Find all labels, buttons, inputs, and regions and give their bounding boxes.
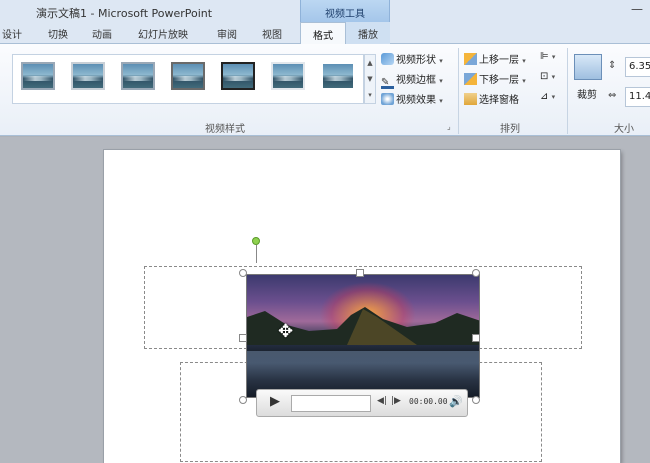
chevron-down-icon: ▾ — [551, 73, 556, 81]
ribbon-tabs: 设计 切换 动画 幻灯片放映 审阅 视图 格式 播放 — [0, 22, 650, 45]
move-cursor-icon: ✥ — [278, 321, 294, 342]
rotate-button[interactable]: ⊿ ▾ — [540, 91, 555, 107]
gallery-up-icon[interactable]: ▲ — [365, 55, 375, 71]
tab-view[interactable]: 视图 — [262, 26, 282, 41]
video-style-thumb[interactable] — [271, 62, 305, 90]
video-style-thumb[interactable] — [321, 62, 355, 90]
chevron-down-icon: ▾ — [439, 57, 443, 65]
video-style-thumb[interactable] — [71, 62, 105, 90]
align-icon: ⊫ — [540, 51, 549, 62]
gallery-down-icon[interactable]: ▼ — [365, 71, 375, 87]
playback-time: 00:00.00 — [409, 397, 448, 406]
tab-design[interactable]: 设计 — [2, 26, 22, 41]
bring-forward-button[interactable]: 上移一层 ▾ — [464, 51, 526, 67]
video-styles-gallery — [12, 54, 364, 104]
video-effects-icon — [381, 93, 394, 105]
group-objects-button[interactable]: ⊡ ▾ — [540, 71, 555, 87]
video-style-thumb[interactable] — [21, 62, 55, 90]
video-border-icon — [381, 77, 394, 89]
video-tools-context-header: 视频工具 — [300, 0, 390, 22]
volume-icon[interactable]: 🔊 — [449, 395, 463, 408]
selection-pane-label: 选择窗格 — [479, 95, 519, 106]
bring-forward-label: 上移一层 — [479, 55, 519, 66]
video-shape-button[interactable]: 视频形状 ▾ — [381, 51, 443, 67]
group-label-video-styles: 视频样式 — [205, 124, 245, 135]
crop-button[interactable]: 裁剪 — [577, 86, 597, 101]
resize-handle-w[interactable] — [239, 334, 247, 342]
tab-playback[interactable]: 播放 — [346, 22, 390, 44]
width-icon: ⇔ — [608, 90, 617, 101]
tab-slideshow[interactable]: 幻灯片放映 — [138, 26, 188, 41]
resize-handle-nw[interactable] — [239, 269, 247, 277]
step-forward-icon[interactable]: |▶ — [391, 396, 401, 406]
tab-format[interactable]: 格式 — [300, 22, 346, 45]
resize-handle-ne[interactable] — [472, 269, 480, 277]
resize-handle-sw[interactable] — [239, 396, 247, 404]
play-icon[interactable]: ▶ — [265, 394, 285, 412]
seek-bar[interactable] — [291, 395, 371, 412]
bring-forward-icon — [464, 53, 477, 65]
send-backward-label: 下移一层 — [479, 75, 519, 86]
gallery-scrollbar[interactable]: ▲ ▼ ▾ — [364, 54, 376, 104]
rotation-stem — [256, 245, 257, 263]
tab-review[interactable]: 审阅 — [217, 26, 237, 41]
rotation-handle[interactable] — [252, 237, 260, 245]
tab-transitions[interactable]: 切换 — [48, 26, 68, 41]
title-bar: 演示文稿1 - Microsoft PowerPoint 视频工具 — — [0, 0, 650, 22]
ribbon: ▲ ▼ ▾ 视频形状 ▾ 视频边框 ▾ 视频效果 ▾ 视频样式 ⌟ 上移一层 ▾… — [0, 44, 650, 136]
selection-pane-icon — [464, 93, 477, 105]
video-shape-label: 视频形状 — [396, 55, 436, 66]
video-style-thumb[interactable] — [171, 62, 205, 90]
align-button[interactable]: ⊫ ▾ — [540, 51, 555, 67]
video-border-label: 视频边框 — [396, 75, 436, 86]
dialog-launcher-icon[interactable]: ⌟ — [447, 122, 451, 131]
group-label-size: 大小 — [614, 124, 634, 135]
resize-handle-e[interactable] — [472, 334, 480, 342]
chevron-down-icon: ▾ — [551, 93, 556, 101]
resize-handle-n[interactable] — [356, 269, 364, 277]
chevron-down-icon: ▾ — [522, 77, 526, 85]
tab-animations[interactable]: 动画 — [92, 26, 112, 41]
gallery-more-icon[interactable]: ▾ — [365, 87, 375, 103]
step-back-icon[interactable]: ◀| — [377, 396, 387, 406]
video-style-thumb[interactable] — [121, 62, 155, 90]
resize-handle-se[interactable] — [472, 396, 480, 404]
minimize-button[interactable]: — — [626, 2, 648, 18]
send-backward-button[interactable]: 下移一层 ▾ — [464, 71, 526, 87]
send-backward-icon — [464, 73, 477, 85]
height-field[interactable]: 6.35 — [625, 57, 650, 77]
group-divider — [567, 48, 568, 134]
chevron-down-icon: ▾ — [439, 77, 443, 85]
group-objects-icon: ⊡ — [540, 71, 549, 82]
crop-icon[interactable] — [574, 54, 602, 80]
window-title: 演示文稿1 - Microsoft PowerPoint — [36, 7, 213, 20]
group-label-arrange: 排列 — [500, 124, 520, 135]
video-shape-icon — [381, 53, 394, 65]
video-border-button[interactable]: 视频边框 ▾ — [381, 71, 443, 89]
group-divider — [458, 48, 459, 134]
slide-workspace: ✥ ▶ ◀| |▶ 00:00.00 🔊 — [0, 137, 650, 463]
chevron-down-icon: ▾ — [522, 57, 526, 65]
video-effects-label: 视频效果 — [396, 95, 436, 106]
selection-pane-button[interactable]: 选择窗格 — [464, 91, 519, 107]
height-icon: ⇕ — [608, 60, 617, 71]
chevron-down-icon: ▾ — [551, 53, 556, 61]
width-field[interactable]: 11.4 — [625, 87, 650, 107]
chevron-down-icon: ▾ — [439, 97, 443, 105]
rotate-icon: ⊿ — [540, 91, 549, 102]
media-controls: ▶ ◀| |▶ 00:00.00 🔊 — [256, 389, 468, 417]
video-style-thumb[interactable] — [221, 62, 255, 90]
video-effects-button[interactable]: 视频效果 ▾ — [381, 91, 443, 107]
